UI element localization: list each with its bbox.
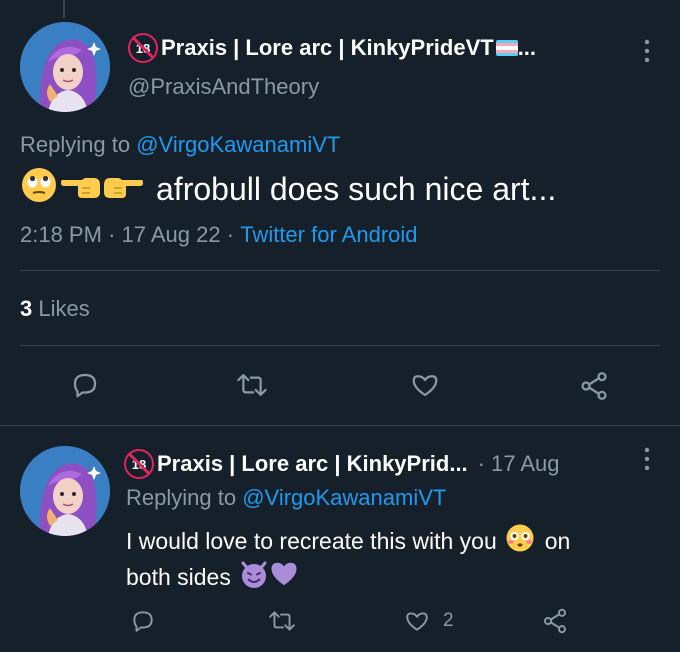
age-restricted-icon: 18 [124,449,154,479]
avatar[interactable] [20,446,110,536]
smiling-devil-emoji-icon [239,559,269,595]
reply-reply-button[interactable] [130,608,156,634]
tweet-meta: 2:18 PM · 17 Aug 22 · Twitter for Androi… [20,222,418,248]
like-button[interactable] [409,370,441,400]
reply-text-line-1: I would love to recreate this with you o… [126,523,570,559]
like-icon [406,612,428,631]
reply-author-row[interactable]: 18 Praxis | Lore arc | KinkyPrid... · 17… [124,449,560,479]
reply-share-button[interactable] [541,607,569,635]
reply-text-line-2: both sides [126,559,299,595]
tweet-text: afrobull does such nice art... [20,166,556,212]
likes-count: 3 [20,296,33,321]
tweet-date[interactable]: 17 Aug 22 [122,222,221,248]
divider [20,270,660,271]
reply-like-button[interactable]: 2 [403,608,454,634]
replying-to-link[interactable]: @VirgoKawanamiVT [242,485,446,511]
share-icon [543,608,567,634]
reply-body-part2: on [544,527,571,554]
reply-icon [73,373,97,398]
reply-retweet-button[interactable] [268,608,296,634]
share-icon [581,372,607,400]
age-restricted-icon: 18 [128,33,158,63]
likes-label: Likes [38,296,90,321]
more-icon[interactable] [640,38,654,69]
share-button[interactable] [578,370,610,402]
reply-author-display-name[interactable]: Praxis | Lore arc | KinkyPrid... [157,451,468,477]
divider [0,425,680,426]
purple-heart-emoji-icon [269,559,299,595]
replying-prefix: Replying to [126,485,237,510]
finger-point-left-emoji-icon [60,166,102,212]
reply-body-part3: both sides [126,563,231,590]
trans-flag-icon [495,40,518,56]
reply-body-part1: I would love to recreate this with you [126,527,497,554]
replying-to-line: Replying to @VirgoKawanamiVT [20,132,340,158]
replying-prefix: Replying to [20,132,131,157]
tweet-time[interactable]: 2:18 PM [20,222,102,248]
author-handle[interactable]: @PraxisAndTheory [128,74,319,100]
like-icon [412,375,438,397]
eye-roll-emoji-icon [20,166,58,212]
more-icon[interactable] [640,446,654,477]
reply-like-count: 2 [443,610,454,631]
author-display-name[interactable]: Praxis | Lore arc | KinkyPrideVT [161,35,494,61]
retweet-icon [269,611,295,631]
flushed-face-emoji-icon [505,523,535,559]
replying-to-link[interactable]: @VirgoKawanamiVT [136,132,340,158]
retweet-icon [237,374,267,396]
author-name-row[interactable]: 18 Praxis | Lore arc | KinkyPrideVT ... [128,33,536,63]
reply-icon [133,611,153,632]
tweet-body: afrobull does such nice art... [156,170,557,207]
avatar[interactable] [20,22,110,112]
likes-stat[interactable]: 3 Likes [20,296,90,322]
reply-replying-to-line: Replying to @VirgoKawanamiVT [126,485,446,511]
reply-date[interactable]: 17 Aug [491,451,560,477]
name-ellipsis: ... [517,35,537,60]
meta-separator: · [108,222,116,247]
reply-separator: · [477,451,485,476]
reply-button[interactable] [70,370,100,400]
retweet-button[interactable] [236,370,268,400]
thread-line [63,0,65,18]
tweet-source[interactable]: Twitter for Android [240,222,417,248]
finger-point-right-emoji-icon [102,166,144,212]
divider [20,345,660,346]
meta-separator: · [226,222,235,247]
